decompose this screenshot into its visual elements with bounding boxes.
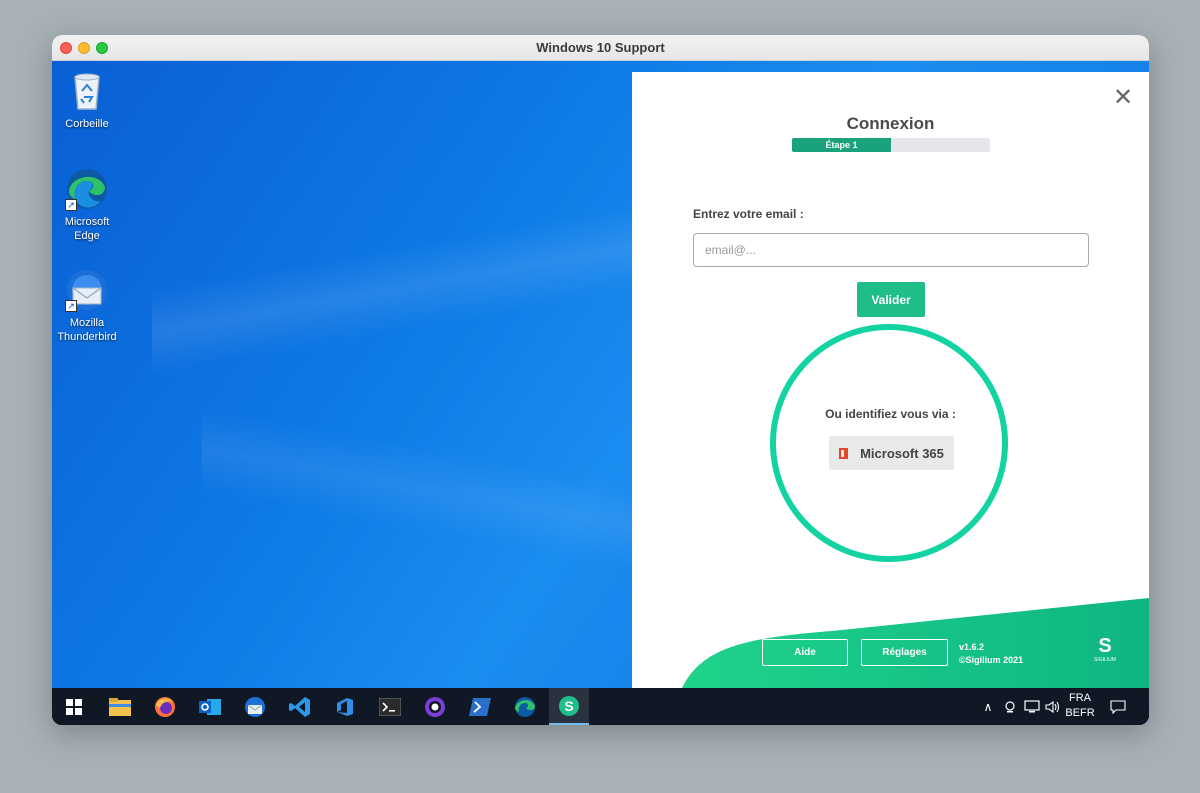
- desktop-icon-label: Thunderbird: [57, 331, 117, 343]
- firefox-icon: [155, 696, 175, 717]
- copyright-text: ©Sigilium 2021: [959, 655, 1024, 665]
- language-indicator[interactable]: FRA BEFR: [1063, 691, 1097, 721]
- edge-icon: ↗: [65, 167, 109, 211]
- microsoft-365-label: Microsoft 365: [860, 445, 944, 461]
- step-progress-fill: Étape 1: [792, 138, 891, 152]
- help-button[interactable]: Aide: [762, 639, 848, 666]
- taskbar-firefox[interactable]: [145, 688, 185, 725]
- close-icon[interactable]: ✕: [1113, 86, 1133, 110]
- vscode-icon: [289, 696, 310, 717]
- file-explorer-icon: [109, 697, 131, 716]
- taskbar: S ∧ FRA BEFR: [52, 688, 1149, 725]
- shortcut-arrow-icon: ↗: [65, 300, 77, 312]
- login-panel: ✕ Connexion Étape 1 Entrez votre email :…: [632, 72, 1149, 688]
- thunderbird-icon: [245, 696, 265, 717]
- email-label: Entrez votre email :: [693, 207, 804, 221]
- recycle-bin-icon: [65, 69, 109, 113]
- desktop-icon-thunderbird[interactable]: ↗ Mozilla Thunderbird: [52, 268, 122, 344]
- tray-chevron-up-icon[interactable]: ∧: [979, 688, 997, 725]
- step-progress-bar: Étape 1: [792, 138, 990, 152]
- github-desktop-icon: [425, 696, 445, 717]
- version-info: v1.6.2 ©Sigilium 2021: [959, 641, 1023, 667]
- azure-devops-icon: [337, 697, 353, 716]
- outlook-icon: [199, 698, 221, 715]
- tray-webcam-icon[interactable]: [1001, 688, 1019, 725]
- desktop-icon-label: Corbeille: [65, 118, 109, 130]
- office-icon: [839, 447, 849, 459]
- microsoft-365-button[interactable]: Microsoft 365: [829, 436, 954, 470]
- thunderbird-icon: ↗: [65, 268, 109, 312]
- powershell-icon: [469, 697, 491, 716]
- svg-text:S: S: [564, 698, 573, 714]
- volume-icon[interactable]: [1044, 688, 1062, 725]
- taskbar-outlook[interactable]: [190, 688, 230, 725]
- validate-button[interactable]: Valider: [857, 282, 925, 317]
- terminal-icon: [379, 697, 401, 716]
- page-title: Connexion: [846, 114, 935, 133]
- settings-button[interactable]: Réglages: [861, 639, 948, 666]
- taskbar-edge[interactable]: [505, 688, 545, 725]
- taskbar-file-explorer[interactable]: [100, 688, 140, 725]
- desktop-icon-label: Edge: [74, 230, 100, 242]
- taskbar-github-desktop[interactable]: [415, 688, 455, 725]
- taskbar-sigilium[interactable]: S: [549, 688, 589, 725]
- desktop-icon-label: Microsoft: [64, 216, 110, 228]
- network-icon[interactable]: [1022, 688, 1042, 725]
- app-window: Windows 10 Support Corbeille ↗ Microsoft…: [52, 35, 1149, 725]
- shortcut-arrow-icon: ↗: [65, 199, 77, 211]
- notification-icon[interactable]: [1107, 688, 1129, 725]
- desktop: Corbeille ↗ Microsoft Edge ↗ Mozilla Thu…: [52, 61, 1149, 688]
- window-title: Windows 10 Support: [536, 40, 665, 55]
- sigilium-icon: S: [559, 695, 579, 716]
- desktop-icon-recycle-bin[interactable]: Corbeille: [52, 69, 122, 131]
- start-icon: [66, 698, 82, 715]
- taskbar-terminal[interactable]: [370, 688, 410, 725]
- version-text: v1.6.2: [959, 642, 985, 652]
- desktop-icon-edge[interactable]: ↗ Microsoft Edge: [52, 167, 122, 243]
- start-button[interactable]: [54, 688, 94, 725]
- email-field[interactable]: [693, 233, 1089, 267]
- taskbar-azure-devops[interactable]: [325, 688, 365, 725]
- desktop-icon-label: Mozilla: [69, 317, 105, 329]
- taskbar-thunderbird[interactable]: [235, 688, 275, 725]
- taskbar-powershell[interactable]: [460, 688, 500, 725]
- alt-login-label: Ou identifiez vous via :: [825, 407, 956, 421]
- edge-icon: [515, 696, 535, 717]
- taskbar-vscode[interactable]: [280, 688, 320, 725]
- sigilium-logo: S SIGILIUM: [1094, 635, 1116, 663]
- title-bar: Windows 10 Support: [52, 35, 1149, 61]
